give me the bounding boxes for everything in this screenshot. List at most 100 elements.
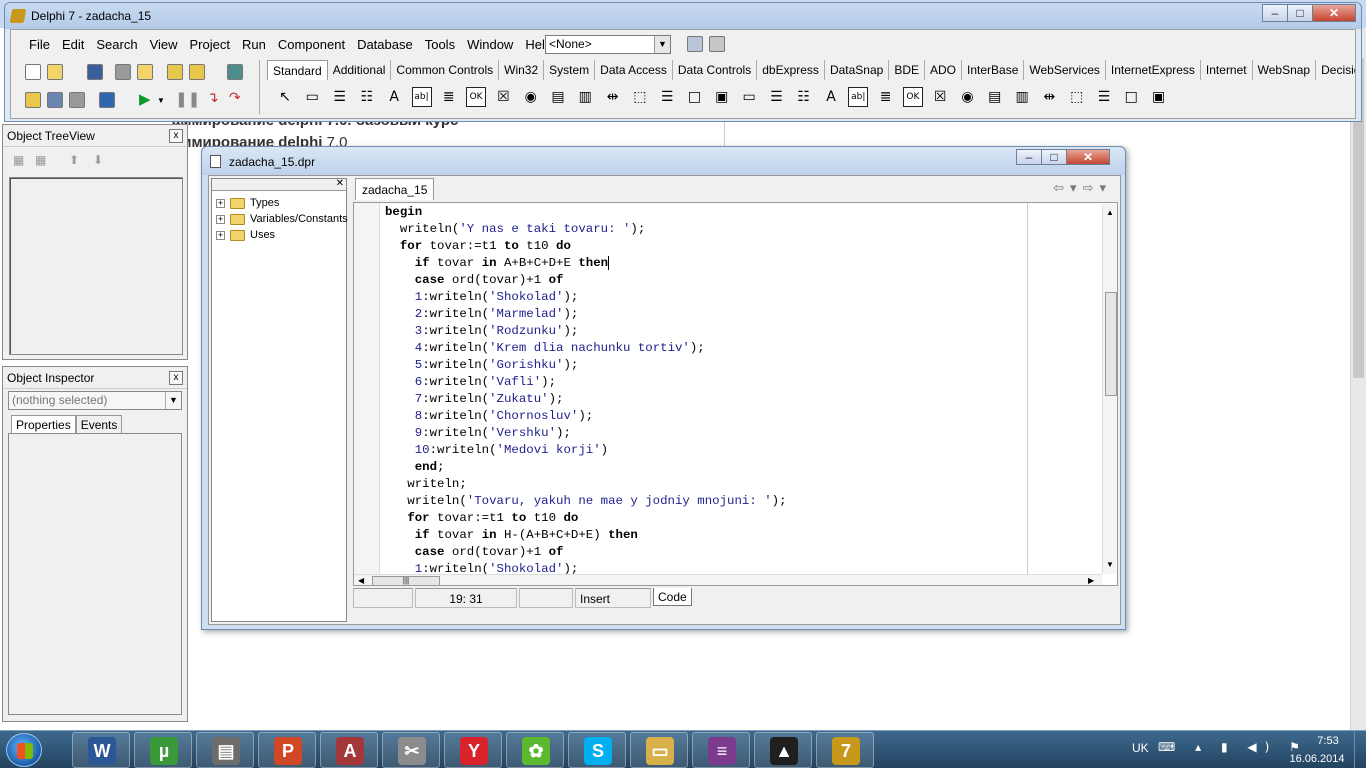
code-editor[interactable]: begin writeln('Y nas e taki tovaru: '); … [353,202,1118,586]
scroll-thumb[interactable]: ||| [372,576,440,585]
menu-run[interactable]: Run [236,36,272,54]
palette-tab-data-controls[interactable]: Data Controls [673,60,758,80]
scroll-up-icon[interactable]: ▲ [1106,208,1114,217]
scroll-down-icon[interactable]: ▼ [1106,560,1114,569]
groupbox-icon[interactable]: ⬚ [1067,87,1087,107]
code-line[interactable]: if tovar in A+B+C+D+E then [385,255,787,272]
memo-icon[interactable]: ≣ [876,87,896,107]
desktop-config-combo[interactable]: <None> ▼ [545,35,671,54]
step-over-icon[interactable]: ↷ [229,90,241,106]
radiobutton-icon[interactable]: ◉ [958,87,978,107]
button-icon[interactable]: OK [466,87,487,107]
pointer-icon[interactable]: ↖ [275,87,295,107]
mainmenu-icon[interactable]: ☰ [330,87,350,107]
code-line[interactable]: writeln('Y nas e taki tovaru: '); [385,221,787,238]
taskbar-explorer[interactable]: ▭ [630,732,688,768]
label-icon[interactable]: A [384,87,404,107]
code-line[interactable]: end; [385,459,787,476]
menu-tools[interactable]: Tools [419,36,461,54]
taskbar-document-viewer[interactable]: ▤ [196,732,254,768]
palette-tab-win32[interactable]: Win32 [499,60,545,80]
expand-icon[interactable]: + [216,215,225,224]
save-icon[interactable] [87,64,103,80]
tab-events[interactable]: Events [75,415,123,435]
code-line[interactable]: 4:writeln('Krem dlia nachunku tortiv'); [385,340,787,357]
object-selector[interactable]: (nothing selected) ▼ [8,391,182,410]
show-desktop-button[interactable] [1354,731,1366,768]
close-icon[interactable]: x [169,371,183,385]
label-icon[interactable]: A [821,87,841,107]
code-line[interactable]: writeln; [385,476,787,493]
delete-item-icon[interactable]: ▦ [35,153,46,167]
arrow-up-icon[interactable]: ⬆ [69,153,79,167]
radiogroup-icon[interactable]: ☰ [1094,87,1114,107]
radiogroup-icon[interactable]: ☰ [657,87,677,107]
clock-time[interactable]: 7:53 [1302,735,1354,747]
code-line[interactable]: 7:writeln('Zukatu'); [385,391,787,408]
menu-file[interactable]: File [23,36,56,54]
close-button[interactable]: ✕ [1066,149,1110,165]
scrollbar-icon[interactable]: ⇹ [1039,87,1059,107]
combobox-icon[interactable]: ▥ [1012,87,1032,107]
groupbox-icon[interactable]: ⬚ [630,87,650,107]
palette-tab-system[interactable]: System [544,60,596,80]
palette-tab-bde[interactable]: BDE [889,60,925,80]
button-icon[interactable]: OK [902,87,923,107]
taskbar-utorrent[interactable]: µ [134,732,192,768]
code-line[interactable]: 2:writeln('Marmelad'); [385,306,787,323]
save-desktop-icon[interactable] [687,36,703,52]
taskbar-aimp[interactable]: ▲ [754,732,812,768]
code-line[interactable]: begin [385,204,787,221]
radiobutton-icon[interactable]: ◉ [521,87,541,107]
menu-project[interactable]: Project [184,36,236,54]
explorer-node-uses[interactable]: + Uses [212,227,346,243]
code-line[interactable]: 9:writeln('Vershku'); [385,425,787,442]
code-line[interactable]: 5:writeln('Gorishku'); [385,357,787,374]
language-indicator[interactable]: UK [1132,741,1149,755]
palette-tab-data-access[interactable]: Data Access [595,60,673,80]
checkbox-icon[interactable]: ☒ [930,87,950,107]
save-all-icon[interactable] [115,64,131,80]
close-icon[interactable]: ✕ [336,178,344,189]
taskbar-icq[interactable]: ✿ [506,732,564,768]
popupmenu-icon[interactable]: ☷ [357,87,377,107]
code-line[interactable]: 1:writeln('Shokolad'); [385,289,787,306]
combobox-icon[interactable]: ▥ [575,87,595,107]
edit-icon[interactable]: ab| [848,87,869,107]
source-code[interactable]: begin writeln('Y nas e taki tovaru: '); … [385,204,787,578]
add-file-icon[interactable] [167,64,183,80]
close-icon[interactable]: x [169,129,183,143]
code-line[interactable]: 3:writeln('Rodzunku'); [385,323,787,340]
palette-tab-websnap[interactable]: WebSnap [1253,60,1317,80]
palette-tab-decision-cube[interactable]: Decision Cube [1316,60,1355,80]
minimize-button[interactable]: – [1016,149,1042,165]
code-line[interactable]: 6:writeln('Vafli'); [385,374,787,391]
expand-icon[interactable]: + [216,231,225,240]
title-bar[interactable]: Delphi 7 - zadacha_15 – □ ✕ [5,3,1361,29]
taskbar-winrar[interactable]: ≡ [692,732,750,768]
code-line[interactable]: case ord(tovar)+1 of [385,272,787,289]
editor-gutter[interactable] [354,203,380,585]
browser-scrollbar[interactable] [1350,28,1366,730]
trace-into-icon[interactable]: ↴ [207,90,219,106]
run-icon[interactable]: ▶ [139,90,151,108]
menu-database[interactable]: Database [351,36,419,54]
menu-view[interactable]: View [144,36,184,54]
navigation-arrows[interactable]: ⇦▾⇨▾ [1053,181,1112,196]
open-icon[interactable] [47,64,63,80]
scroll-left-icon[interactable]: ◀ [358,576,364,585]
view-unit-icon[interactable] [25,92,41,108]
start-button[interactable] [6,733,42,767]
palette-tab-webservices[interactable]: WebServices [1024,60,1106,80]
palette-tab-internet[interactable]: Internet [1201,60,1253,80]
palette-tab-internetexpress[interactable]: InternetExpress [1106,60,1201,80]
memo-icon[interactable]: ≣ [439,87,459,107]
taskbar-delphi[interactable]: 7 [816,732,874,768]
taskbar-yandex[interactable]: Y [444,732,502,768]
menu-edit[interactable]: Edit [56,36,90,54]
palette-tab-dbexpress[interactable]: dbExpress [757,60,825,80]
palette-tab-interbase[interactable]: InterBase [962,60,1025,80]
remove-file-icon[interactable] [189,64,205,80]
chevron-down-icon[interactable]: ▼ [654,36,670,53]
minimize-button[interactable]: – [1262,4,1288,22]
